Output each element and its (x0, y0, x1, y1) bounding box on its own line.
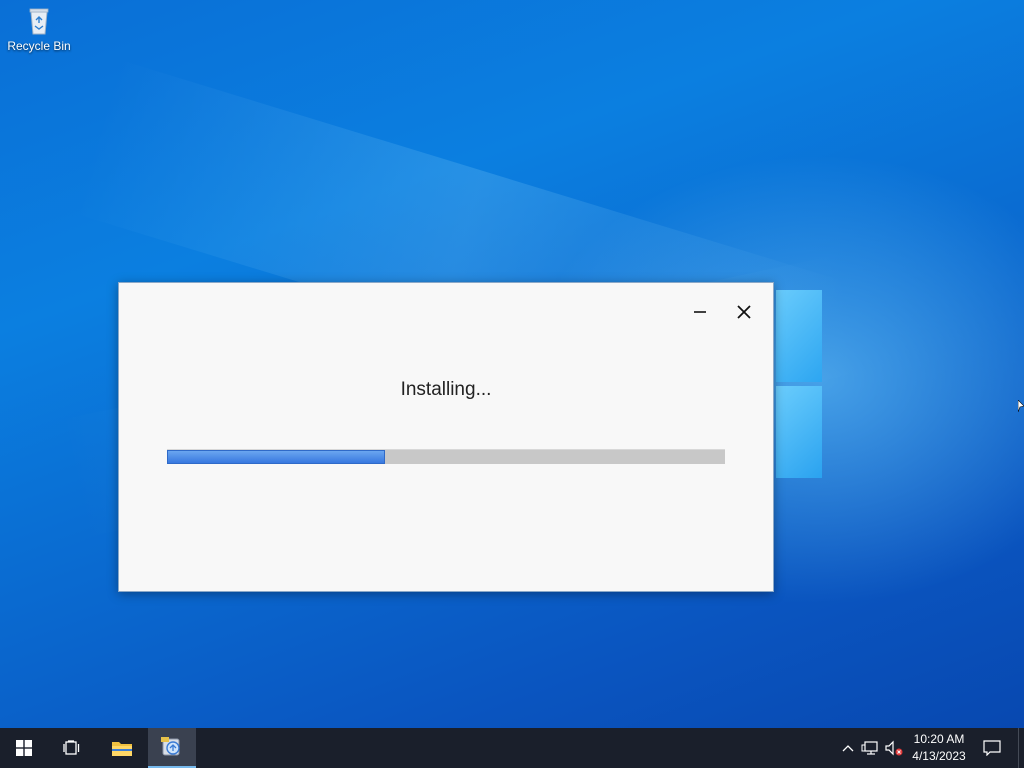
desktop-icon-recycle-bin[interactable]: Recycle Bin (4, 6, 74, 64)
windows-logo-pane (776, 386, 822, 478)
action-center-icon (983, 740, 1001, 756)
desktop-icon-label: Recycle Bin (7, 39, 71, 53)
action-center-button[interactable] (980, 728, 1004, 768)
volume-tray-button[interactable] (884, 738, 904, 758)
installer-taskbar-button[interactable] (148, 728, 196, 768)
network-icon (861, 741, 878, 755)
task-view-icon (63, 740, 80, 755)
show-hidden-icons-button[interactable] (838, 738, 858, 758)
show-desktop-button[interactable] (1018, 728, 1024, 768)
taskbar: 10:20 AM 4/13/2023 (0, 728, 1024, 768)
installer-app-icon (161, 737, 180, 756)
clock-date: 4/13/2023 (912, 749, 966, 763)
taskbar-clock[interactable]: 10:20 AM 4/13/2023 (906, 731, 972, 765)
minimize-button[interactable] (687, 299, 713, 325)
task-view-button[interactable] (48, 728, 96, 768)
close-button[interactable] (731, 299, 757, 325)
windows-logo-pane (776, 290, 822, 382)
file-explorer-button[interactable] (98, 728, 146, 768)
file-explorer-icon (112, 742, 132, 756)
progress-bar-fill (167, 450, 385, 464)
desktop: Recycle Bin Installing... (0, 0, 1024, 728)
windows-start-icon (16, 740, 32, 756)
start-button[interactable] (0, 728, 48, 768)
install-progress-bar (167, 449, 725, 464)
minimize-icon (694, 311, 706, 313)
clock-time: 10:20 AM (913, 732, 965, 746)
close-icon (737, 305, 751, 319)
chevron-up-icon (842, 745, 854, 752)
recycle-bin-icon (29, 8, 49, 35)
installing-status-text: Installing... (400, 379, 492, 400)
installer-dialog: Installing... (118, 282, 774, 592)
mouse-cursor-icon (1018, 400, 1024, 413)
network-tray-button[interactable] (860, 738, 880, 758)
volume-muted-icon (885, 740, 903, 756)
